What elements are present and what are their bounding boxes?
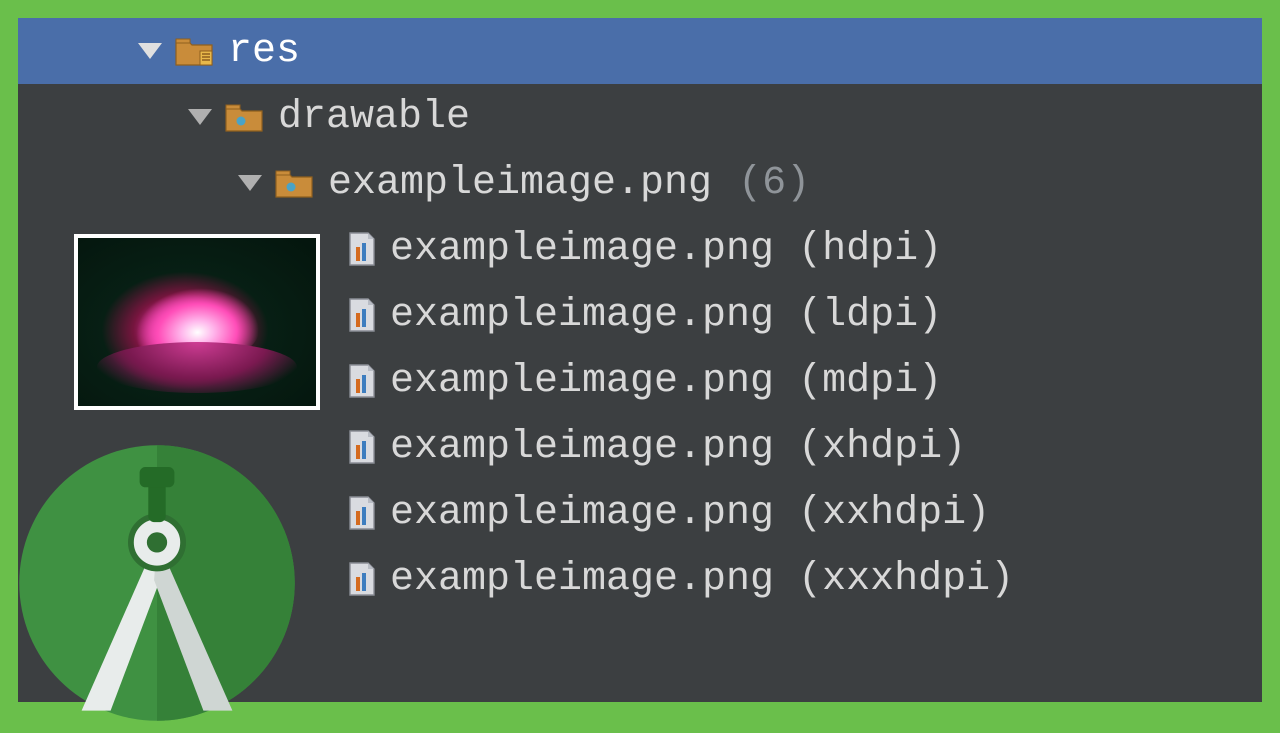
image-file-icon bbox=[348, 363, 376, 399]
tree-label: exampleimage.png bbox=[328, 161, 712, 206]
expand-toggle-icon[interactable] bbox=[138, 43, 162, 59]
image-file-icon bbox=[348, 429, 376, 465]
expand-toggle-icon[interactable] bbox=[188, 109, 212, 125]
file-name: exampleimage.png bbox=[390, 557, 774, 602]
file-name: exampleimage.png bbox=[390, 227, 774, 272]
tree-row-res[interactable]: res bbox=[18, 18, 1262, 84]
preview-thumbnail bbox=[74, 234, 320, 410]
image-file-icon bbox=[348, 561, 376, 597]
file-name: exampleimage.png bbox=[390, 425, 774, 470]
folder-icon bbox=[224, 101, 264, 133]
image-file-icon bbox=[348, 297, 376, 333]
file-qualifier: (ldpi) bbox=[798, 293, 942, 338]
file-name: exampleimage.png bbox=[390, 359, 774, 404]
file-qualifier: (hdpi) bbox=[798, 227, 942, 272]
folder-icon bbox=[274, 167, 314, 199]
image-file-icon bbox=[348, 495, 376, 531]
tree-count: (6) bbox=[738, 161, 810, 206]
file-name: exampleimage.png bbox=[390, 293, 774, 338]
android-studio-logo-icon bbox=[12, 438, 302, 728]
file-qualifier: (xxhdpi) bbox=[798, 491, 990, 536]
file-name: exampleimage.png bbox=[390, 491, 774, 536]
res-folder-icon bbox=[174, 35, 214, 67]
expand-toggle-icon[interactable] bbox=[238, 175, 262, 191]
file-qualifier: (xxxhdpi) bbox=[798, 557, 1014, 602]
tree-row-drawable[interactable]: drawable bbox=[18, 84, 1262, 150]
tree-row-image-group[interactable]: exampleimage.png (6) bbox=[18, 150, 1262, 216]
file-qualifier: (xhdpi) bbox=[798, 425, 966, 470]
file-qualifier: (mdpi) bbox=[798, 359, 942, 404]
image-file-icon bbox=[348, 231, 376, 267]
tree-label: drawable bbox=[278, 95, 470, 140]
tree-label: res bbox=[228, 29, 300, 74]
